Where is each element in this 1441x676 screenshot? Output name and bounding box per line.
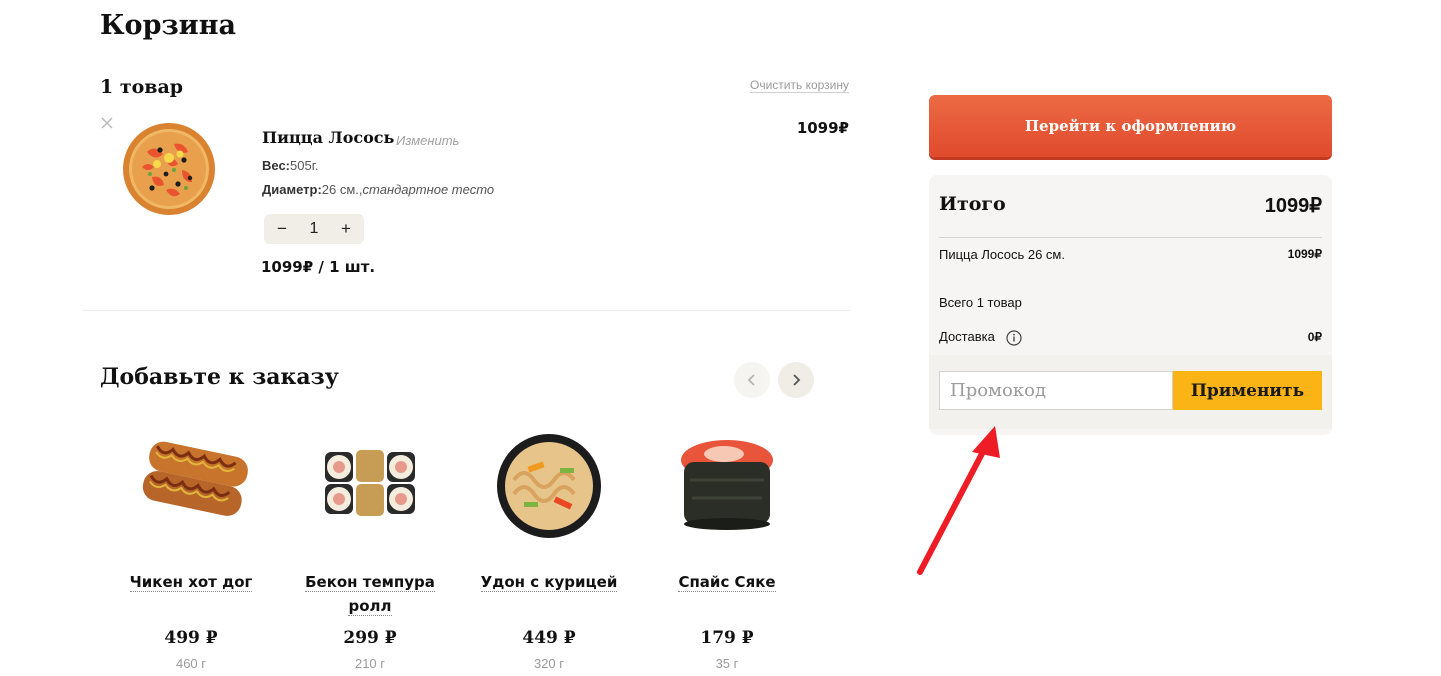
weight-value: 505г.: [290, 158, 319, 173]
summary-line-price: 1099₽: [1287, 247, 1322, 261]
summary-line-item: Пицца Лосось 26 см. 1099₽: [939, 247, 1322, 262]
summary-delivery: Доставка 0₽: [939, 329, 1322, 346]
product-name-link[interactable]: Чикен хот дог: [129, 573, 253, 592]
order-summary: Итого 1099₽ Пицца Лосось 26 см. 1099₽ Вс…: [929, 175, 1332, 435]
product-name-link[interactable]: Спайс Сяке: [678, 573, 776, 592]
crust-type: стандартное тесто: [362, 182, 495, 197]
product-price: 1099₽: [796, 119, 849, 137]
annotation-arrow: [917, 426, 1000, 575]
summary-title: Итого: [939, 193, 1006, 215]
info-icon[interactable]: [1006, 329, 1023, 346]
qty-minus-button[interactable]: −: [274, 219, 290, 239]
summary-line-name: Пицца Лосось 26 см.: [939, 247, 1065, 262]
product-weight: 320 г: [533, 656, 565, 671]
diameter-spec: Диаметр:26 см.,стандартное тесто: [262, 182, 494, 197]
product-weight: 210 г: [354, 656, 386, 671]
line-total: 1099₽ / 1 шт.: [261, 258, 376, 276]
delivery-price: 0₽: [1307, 330, 1322, 345]
checkout-button[interactable]: Перейти к оформлению: [929, 95, 1332, 157]
summary-divider: [939, 237, 1322, 238]
product-price: 179 ₽: [700, 628, 754, 648]
weight-spec: Вес:505г.: [262, 158, 318, 173]
product-image-hotdog: [142, 441, 248, 516]
remove-item-button[interactable]: [99, 115, 115, 131]
product-name-link[interactable]: Бекон темпура ролл: [305, 573, 435, 616]
carousel-prev-button[interactable]: [734, 362, 770, 398]
product-name-link[interactable]: Удон с курицей: [480, 573, 618, 592]
diameter-label: Диаметр:: [262, 182, 322, 197]
product-image-udon: [497, 434, 601, 538]
clear-cart-link[interactable]: Очистить корзину: [750, 78, 849, 93]
edit-item-link[interactable]: Изменить: [396, 133, 459, 148]
delivery-label: Доставка: [939, 329, 995, 344]
promo-code-input[interactable]: [939, 371, 1173, 410]
product-price: 299 ₽: [343, 628, 397, 648]
product-image-roll: [325, 450, 415, 516]
product-weight: 460 г: [175, 656, 207, 671]
product-name: Пицца Лосось: [262, 128, 395, 147]
quantity-stepper: − 1 +: [264, 214, 364, 244]
summary-items-total: Всего 1 товар: [939, 295, 1022, 310]
diameter-value: 26 см.,: [321, 182, 363, 197]
page-title: Корзина: [100, 10, 236, 41]
apply-promo-button[interactable]: Применить: [1173, 371, 1322, 410]
close-icon: [101, 117, 113, 129]
product-card[interactable]: Удон с курицей 449 ₽ 320 г: [474, 420, 624, 671]
product-price: 449 ₽: [522, 628, 576, 648]
qty-value: 1: [309, 220, 319, 237]
product-weight: 35 г: [715, 656, 739, 671]
chevron-left-icon: [747, 374, 755, 386]
carousel-next-button[interactable]: [778, 362, 814, 398]
qty-plus-button[interactable]: +: [338, 219, 354, 239]
summary-total: 1099₽: [1264, 195, 1322, 217]
product-card[interactable]: Чикен хот дог 499 ₽ 460 г: [116, 420, 266, 671]
product-card[interactable]: Бекон темпура ролл 299 ₽ 210 г: [295, 420, 445, 671]
chevron-right-icon: [793, 374, 801, 386]
product-card[interactable]: Спайс Сяке 179 ₽ 35 г: [652, 420, 802, 671]
summary-items-count: Всего 1 товар: [939, 295, 1322, 310]
upsell-title: Добавьте к заказу: [100, 364, 339, 390]
product-image-gunkan: [681, 440, 773, 530]
divider: [82, 310, 850, 311]
product-price: 499 ₽: [164, 628, 218, 648]
weight-label: Вес:: [262, 158, 291, 173]
items-count: 1 товар: [100, 76, 184, 98]
pizza-image: [123, 123, 215, 215]
